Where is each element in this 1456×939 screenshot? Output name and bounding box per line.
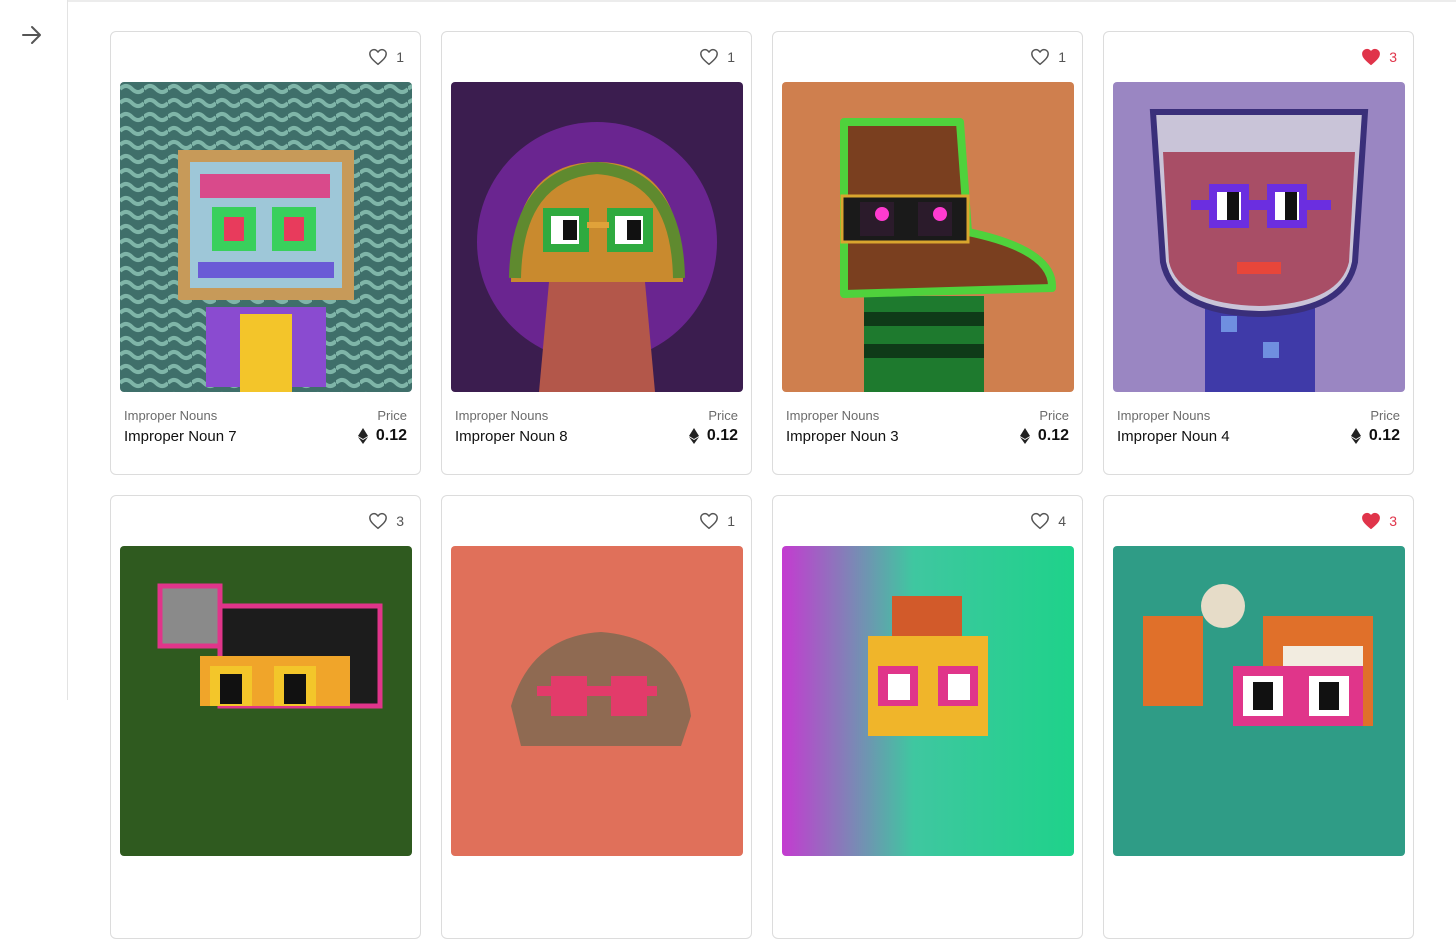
like-button[interactable]: 1 — [368, 46, 404, 68]
price-label: Price — [1039, 408, 1069, 423]
nft-name[interactable]: Improper Noun 8 — [455, 428, 568, 445]
pineapple-noun-art — [782, 546, 1074, 856]
heart-filled-icon — [1362, 512, 1381, 530]
price-amount: 0.12 — [1368, 427, 1400, 444]
price-amount: 0.12 — [1037, 427, 1069, 444]
nft-card[interactable]: 3 Improper Nouns Improper Noun 4 Price 0… — [1103, 31, 1414, 475]
nft-card[interactable]: 1 Improper Nouns Improper Noun 3 Price 0… — [772, 31, 1083, 475]
hedgehog-noun-art — [120, 546, 412, 856]
arrow-right-icon — [22, 26, 41, 44]
nft-name[interactable]: Improper Noun 7 — [124, 428, 237, 445]
top-divider — [68, 0, 1456, 2]
like-count: 1 — [727, 513, 735, 529]
price-value: 0.12 — [1350, 427, 1400, 445]
boot-noun-art — [782, 82, 1074, 392]
like-count: 3 — [1389, 49, 1397, 65]
heart-outline-icon — [369, 512, 388, 530]
price-label: Price — [708, 408, 738, 423]
fox-noun-art — [1113, 546, 1405, 856]
like-button[interactable]: 3 — [1361, 46, 1397, 68]
nft-image[interactable] — [451, 546, 743, 856]
nft-image[interactable] — [451, 82, 743, 392]
price-label: Price — [377, 408, 407, 423]
ethereum-icon — [357, 428, 368, 444]
nft-image[interactable] — [1113, 546, 1405, 856]
nft-name[interactable]: Improper Noun 4 — [1117, 428, 1230, 445]
like-button[interactable]: 3 — [1361, 510, 1397, 532]
collection-name[interactable]: Improper Nouns — [786, 408, 879, 423]
ethereum-icon — [1350, 428, 1361, 444]
ethereum-icon — [1019, 428, 1030, 444]
taco-noun-art — [451, 82, 743, 392]
heart-outline-icon — [700, 48, 719, 66]
price-label: Price — [1370, 408, 1400, 423]
like-count: 3 — [396, 513, 404, 529]
nft-image[interactable] — [1113, 82, 1405, 392]
like-button[interactable]: 4 — [1030, 510, 1066, 532]
like-button[interactable]: 3 — [368, 510, 404, 532]
collection-name[interactable]: Improper Nouns — [1117, 408, 1210, 423]
glitch-tv-noun-art — [120, 82, 412, 392]
nft-image[interactable] — [782, 546, 1074, 856]
like-button[interactable]: 1 — [699, 46, 735, 68]
nft-image[interactable] — [782, 82, 1074, 392]
price-value: 0.12 — [1019, 427, 1069, 445]
nft-name[interactable]: Improper Noun 3 — [786, 428, 899, 445]
collection-name[interactable]: Improper Nouns — [455, 408, 548, 423]
like-count: 1 — [727, 49, 735, 65]
like-count: 4 — [1058, 513, 1066, 529]
collection-name[interactable]: Improper Nouns — [124, 408, 217, 423]
nft-card[interactable]: 3 — [110, 495, 421, 939]
heart-outline-icon — [1031, 512, 1050, 530]
like-button[interactable]: 1 — [1030, 46, 1066, 68]
sidebar — [0, 0, 68, 700]
like-count: 1 — [1058, 49, 1066, 65]
price-amount: 0.12 — [375, 427, 407, 444]
nft-image[interactable] — [120, 82, 412, 392]
heart-outline-icon — [700, 512, 719, 530]
like-count: 1 — [396, 49, 404, 65]
nft-card[interactable]: 3 — [1103, 495, 1414, 939]
nft-image[interactable] — [120, 546, 412, 856]
heart-filled-icon — [1362, 48, 1381, 66]
nft-card[interactable]: 4 — [772, 495, 1083, 939]
sidebar-toggle-button[interactable] — [18, 22, 46, 48]
heart-outline-icon — [1031, 48, 1050, 66]
nft-card[interactable]: 1 — [441, 495, 752, 939]
price-amount: 0.12 — [706, 427, 738, 444]
price-value: 0.12 — [357, 427, 407, 445]
ethereum-icon — [688, 428, 699, 444]
like-count: 3 — [1389, 513, 1397, 529]
nft-card[interactable]: 1 Improper Nouns Improper Noun 7 Price 0… — [110, 31, 421, 475]
like-button[interactable]: 1 — [699, 510, 735, 532]
rock-noun-art — [451, 546, 743, 856]
heart-outline-icon — [369, 48, 388, 66]
glass-noun-art — [1113, 82, 1405, 392]
price-value: 0.12 — [688, 427, 738, 445]
nft-card[interactable]: 1 Improper Nouns Improper Noun 8 Price 0… — [441, 31, 752, 475]
